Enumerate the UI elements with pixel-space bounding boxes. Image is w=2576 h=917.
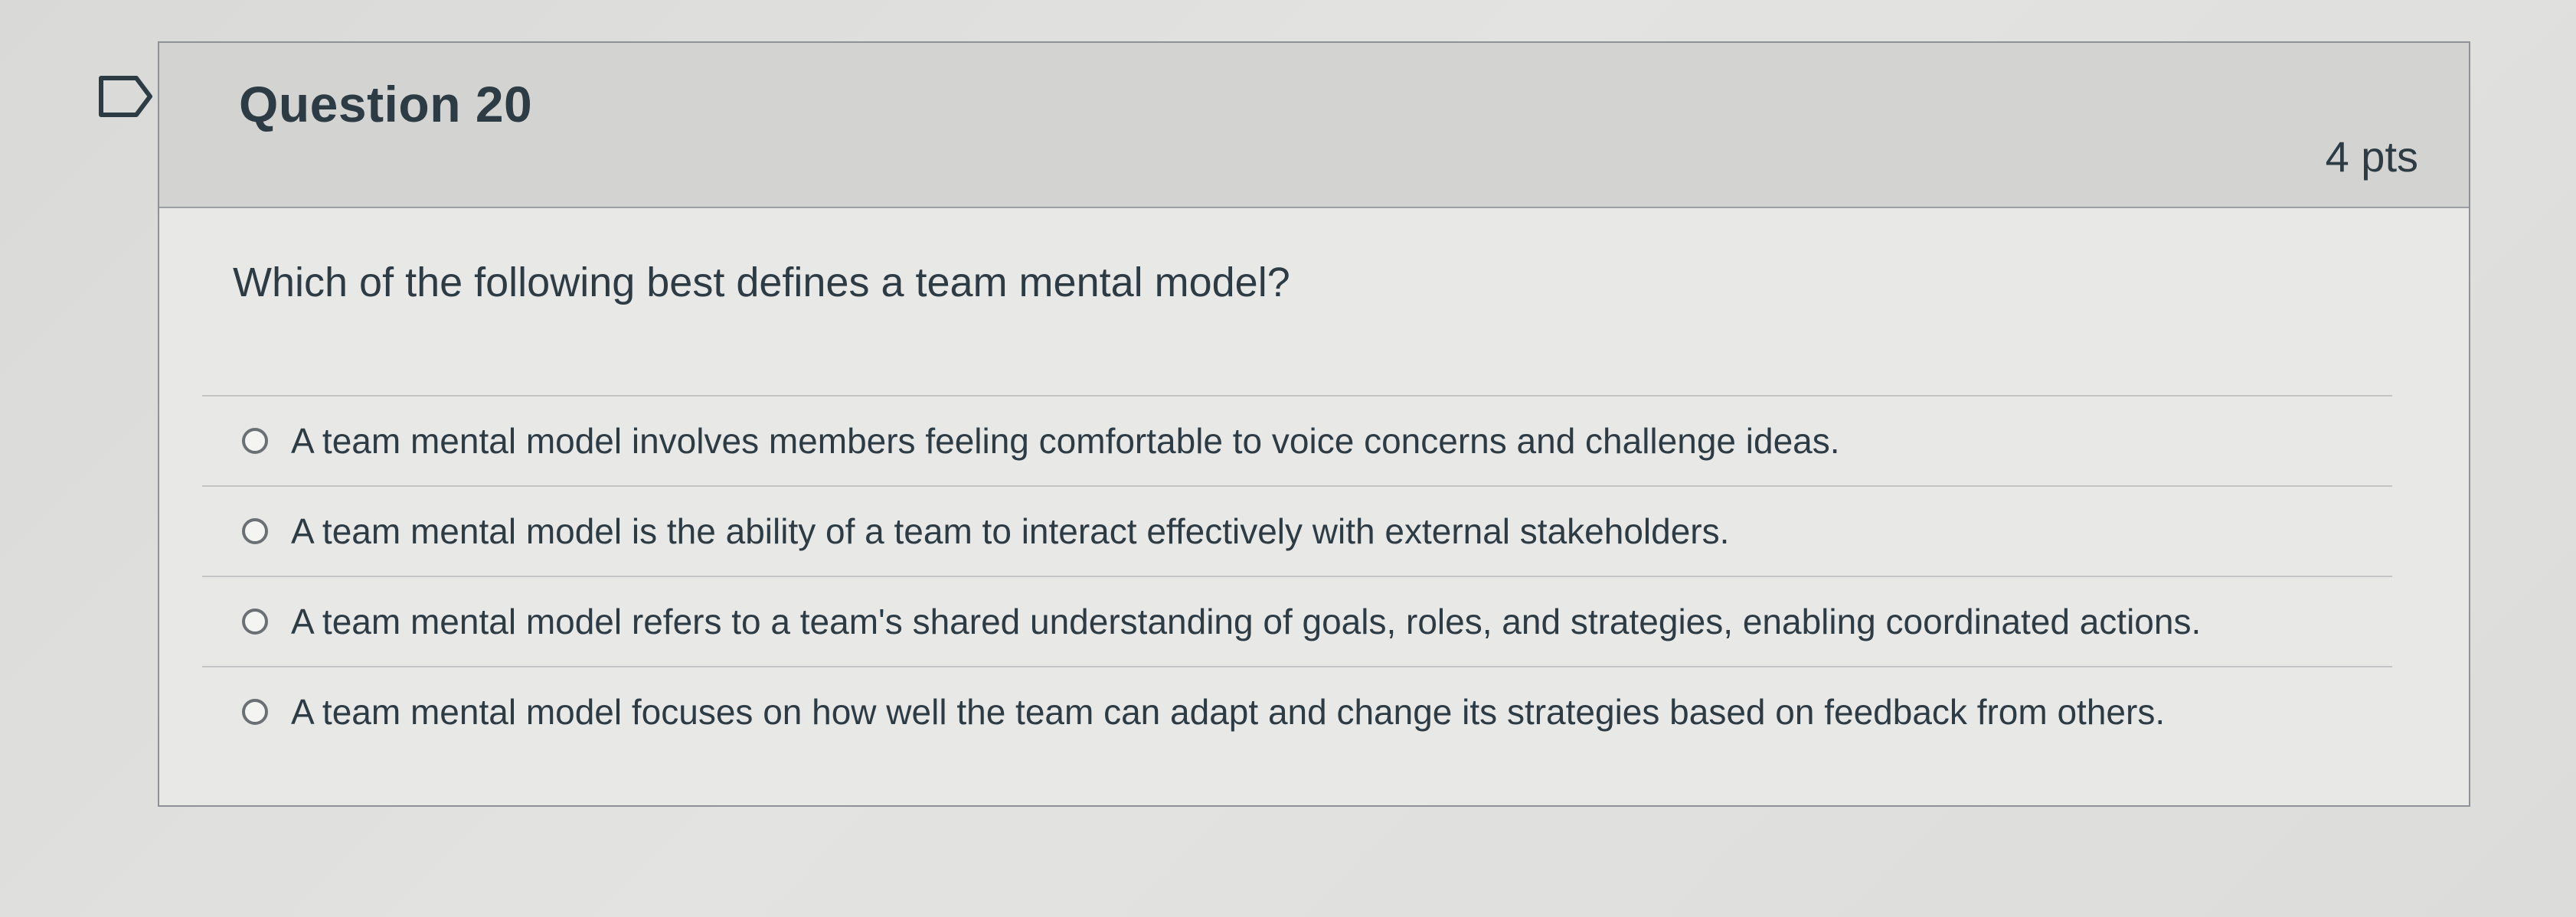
answer-label: A team mental model refers to a team's s… [291,602,2202,641]
answer-option-4[interactable]: A team mental model focuses on how well … [202,666,2392,756]
question-title: Question 20 [239,76,533,132]
question-header: Question 20 4 pts [159,43,2469,208]
radio-unselected-icon[interactable] [242,609,268,635]
answer-option-1[interactable]: A team mental model involves members fee… [202,395,2392,485]
radio-unselected-icon[interactable] [242,518,268,544]
question-card: Question 20 4 pts Which of the following… [158,41,2470,807]
answer-option-2[interactable]: A team mental model is the ability of a … [202,485,2392,576]
answer-option-3[interactable]: A team mental model refers to a team's s… [202,576,2392,666]
radio-unselected-icon[interactable] [242,699,268,725]
answer-label: A team mental model involves members fee… [291,421,1840,461]
flag-question-icon[interactable] [96,73,158,119]
answer-list: A team mental model involves members fee… [202,395,2392,756]
question-points: 4 pts [2325,132,2418,181]
radio-unselected-icon[interactable] [242,428,268,454]
answer-label: A team mental model is the ability of a … [291,511,1730,551]
answer-label: A team mental model focuses on how well … [291,692,2166,732]
question-text: Which of the following best defines a te… [233,259,1290,305]
